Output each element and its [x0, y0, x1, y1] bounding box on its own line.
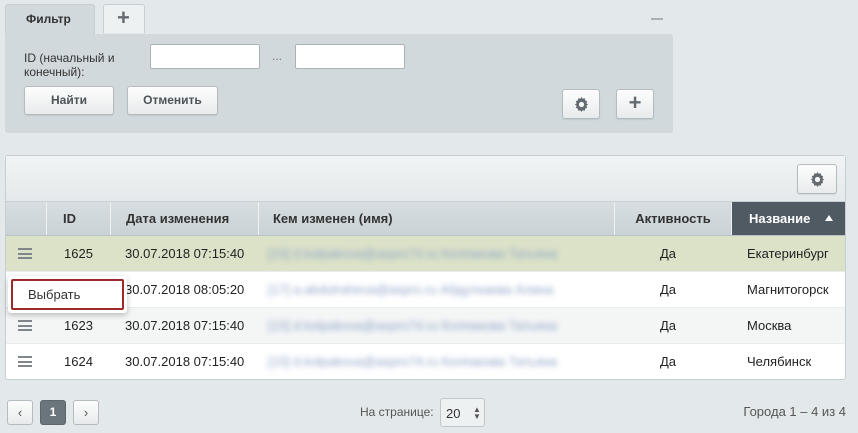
filter-panel: ID (начальный и конечный): ... Найти Отм… [5, 34, 673, 133]
tab-filter[interactable]: Фильтр [5, 4, 95, 35]
cell-id: 1624 [64, 354, 93, 369]
page-1-button[interactable]: 1 [40, 400, 66, 425]
hamburger-icon[interactable] [18, 320, 32, 331]
header-id[interactable]: ID [46, 202, 110, 235]
per-page-select[interactable]: 20 ▲ ▼ [440, 398, 485, 427]
cell-modified-by[interactable]: [15] d.kolpakova@aspro74.ru Колпакова Та… [268, 236, 608, 271]
total-count: Города 1 – 4 из 4 [743, 404, 846, 419]
gear-icon [574, 97, 589, 112]
cancel-button[interactable]: Отменить [127, 86, 218, 115]
cell-active: Да [659, 246, 677, 261]
data-grid: ID Дата изменения Кем изменен (имя) Акти… [5, 155, 846, 380]
next-page-button[interactable]: › [73, 400, 99, 425]
cell-date: 30.07.2018 08:05:20 [125, 282, 245, 297]
id-to-input[interactable] [295, 44, 405, 69]
cell-date: 30.07.2018 07:15:40 [125, 318, 245, 333]
cell-date: 30.07.2018 07:15:40 [125, 354, 245, 369]
prev-page-button[interactable]: ‹ [7, 400, 33, 425]
sort-asc-icon [825, 215, 833, 221]
hamburger-icon[interactable] [18, 248, 32, 259]
plus-icon: + [117, 5, 130, 30]
cell-name: Челябинск [747, 354, 812, 369]
per-page-label: На странице: [360, 405, 434, 419]
cell-name: Магнитогорск [747, 282, 829, 297]
filter-settings-button[interactable] [562, 89, 600, 119]
cell-modified-by[interactable]: [15] d.kolpakova@aspro74.ru Колпакова Та… [268, 344, 608, 379]
table-row[interactable]: 30.07.2018 08:05:20 [17] a.abdulraheva@a… [6, 272, 845, 308]
cell-active: Да [659, 282, 677, 297]
add-filter-button[interactable]: + [616, 89, 654, 119]
cell-name: Екатеринбург [747, 246, 829, 261]
grid-toolbar [6, 156, 845, 202]
minimize-filter-icon[interactable] [651, 18, 663, 20]
grid-header: ID Дата изменения Кем изменен (имя) Акти… [6, 202, 845, 236]
header-active[interactable]: Активность [614, 202, 731, 235]
grid-settings-button[interactable] [797, 164, 837, 194]
cell-active: Да [659, 354, 677, 369]
cell-modified-by[interactable]: [15] d.kolpakova@aspro74.ru Колпакова Та… [268, 308, 608, 343]
header-date[interactable]: Дата изменения [110, 202, 258, 235]
id-from-input[interactable] [150, 44, 260, 69]
cell-name: Москва [747, 318, 792, 333]
select-arrows-icon: ▲ ▼ [473, 405, 481, 421]
id-range-label: ID (начальный и конечный): [24, 51, 115, 79]
cell-date: 30.07.2018 07:15:40 [125, 246, 245, 261]
header-name-sorted[interactable]: Название [731, 202, 845, 235]
table-row[interactable]: 1624 30.07.2018 07:15:40 [15] d.kolpakov… [6, 344, 845, 380]
gear-icon [810, 172, 825, 187]
add-filter-tab-button[interactable]: + [103, 4, 145, 33]
header-name-label: Название [749, 211, 811, 226]
cell-modified-by[interactable]: [17] a.abdulraheva@aspro.ru Абдулхаева А… [268, 272, 608, 307]
per-page-value: 20 [446, 406, 461, 421]
menu-item-select[interactable]: Выбрать [11, 279, 124, 310]
range-separator: ... [272, 49, 283, 63]
header-modified-by[interactable]: Кем изменен (имя) [258, 202, 614, 235]
header-actions-column [6, 202, 46, 235]
table-row[interactable]: 1625 30.07.2018 07:15:40 [15] d.kolpakov… [6, 236, 845, 272]
hamburger-icon[interactable] [18, 356, 32, 367]
row-context-menu: Выбрать [8, 276, 127, 313]
table-row[interactable]: 1623 30.07.2018 07:15:40 [15] d.kolpakov… [6, 308, 845, 344]
cell-id: 1623 [64, 318, 93, 333]
cell-id: 1625 [64, 246, 93, 261]
find-button[interactable]: Найти [24, 86, 114, 115]
tab-filter-label: Фильтр [26, 12, 71, 26]
cell-active: Да [659, 318, 677, 333]
